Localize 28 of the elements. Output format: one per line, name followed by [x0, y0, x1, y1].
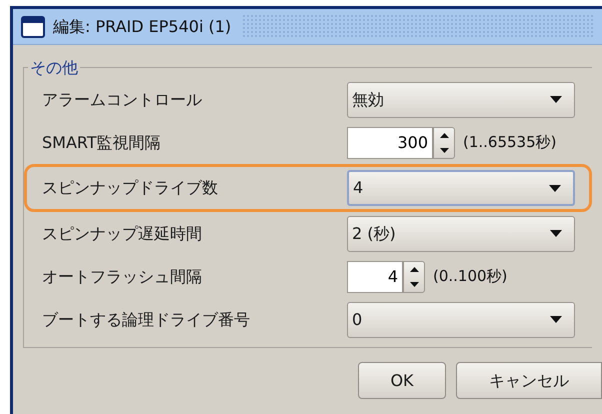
caret-icon [549, 184, 561, 192]
dropdown[interactable]: 2 (秒) [347, 216, 575, 252]
number-field[interactable]: 300 [347, 126, 433, 158]
setting-label: スピンナップドライブ数 [41, 177, 219, 199]
range-hint: (1..65535秒) [463, 132, 557, 154]
setting-label: ブートする論理ドライブ番号 [41, 308, 251, 330]
ok-button[interactable]: OK [358, 362, 446, 399]
setting-label: SMART監視間隔 [41, 132, 162, 154]
window-title: 編集: PRAID EP540i (1) [53, 16, 232, 38]
number-field[interactable]: 4 [347, 260, 403, 292]
spin-buttons[interactable] [403, 260, 425, 292]
spin-buttons[interactable] [433, 126, 455, 158]
setting-label: アラームコントロール [41, 88, 203, 110]
setting-label: オートフラッシュ間隔 [41, 266, 203, 288]
up-arrow-icon [410, 266, 418, 272]
dropdown[interactable]: 4 [347, 170, 575, 206]
down-arrow-icon [410, 282, 418, 286]
dropdown[interactable]: 0 [347, 302, 575, 338]
setting-label: スピンナップ遅延時間 [41, 222, 203, 244]
window-icon [21, 16, 45, 38]
caret-icon [550, 230, 562, 237]
caret-icon [550, 96, 562, 103]
dropdown[interactable]: 無効 [347, 82, 575, 118]
cancel-button[interactable]: キャンセル [456, 362, 602, 399]
down-arrow-icon [440, 148, 448, 152]
caret-icon [550, 316, 562, 323]
up-arrow-icon [440, 132, 448, 138]
range-hint: (0..100秒) [433, 266, 508, 288]
